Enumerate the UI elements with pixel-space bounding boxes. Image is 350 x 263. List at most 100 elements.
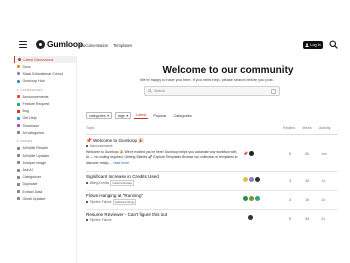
nav-documentation[interactable]: Documentation bbox=[80, 43, 108, 48]
topic-tag[interactable]: credit-increase bbox=[110, 180, 134, 186]
avatar[interactable] bbox=[249, 177, 254, 182]
tag-icon bbox=[17, 146, 20, 150]
sidebar-item-label: Extract Data bbox=[22, 189, 43, 194]
top-header: Gumloop Documentation Templates Log In bbox=[0, 0, 350, 50]
sidebar-item-label: Bug bbox=[22, 109, 29, 114]
hamburger-icon[interactable] bbox=[19, 41, 27, 48]
sidebar-item-node[interactable]: Ask AI bbox=[14, 166, 76, 173]
topic-category[interactable]: Announcements bbox=[86, 144, 113, 148]
sidebar-item-label: AI/Vaille Updater bbox=[22, 153, 50, 158]
chevron-down-icon: ▾ bbox=[17, 87, 19, 92]
sidebar-item-label: Announcements bbox=[22, 94, 49, 99]
activity-time[interactable]: Jan bbox=[321, 152, 327, 156]
avatar[interactable] bbox=[248, 151, 254, 156]
topic-category-label: Pipeline Failure bbox=[89, 218, 112, 222]
topic-filters: categories ▾ tags ▾ Latest Popular Categ… bbox=[86, 112, 194, 119]
sidebar-item-label: Feature Request bbox=[22, 102, 50, 107]
categories-dropdown[interactable]: categories ▾ bbox=[86, 112, 112, 119]
tab-popular[interactable]: Popular bbox=[151, 113, 168, 119]
avatar[interactable] bbox=[255, 177, 260, 182]
sidebar-item-label: Showcase bbox=[22, 123, 40, 128]
category-color-icon bbox=[17, 102, 20, 106]
discussions-icon bbox=[18, 58, 21, 62]
tag-icon bbox=[17, 168, 20, 172]
search-placeholder: Search bbox=[154, 89, 166, 93]
sidebar-item-latest-discussions[interactable]: Latest Discussions bbox=[14, 56, 76, 64]
column-activity[interactable]: Activity bbox=[319, 126, 330, 130]
topic-title[interactable]: Flows Hanging at "Running" bbox=[86, 193, 143, 198]
sidebar-item-get-help[interactable]: Get Help bbox=[14, 115, 76, 122]
sidebar-item-node[interactable]: Gmail Updater bbox=[14, 195, 76, 202]
page-subtitle: We're happy to have you here. If you nee… bbox=[140, 78, 274, 82]
table-row[interactable]: Flows Hanging at "Running" Pipeline Fail… bbox=[86, 193, 338, 210]
tags-dropdown[interactable]: tags ▾ bbox=[114, 112, 132, 119]
topic-title[interactable]: Resume Reviewer - Can't figure this out bbox=[86, 212, 167, 217]
column-topic[interactable]: Topic bbox=[86, 126, 94, 130]
activity-time[interactable]: 2d bbox=[321, 217, 325, 221]
table-row[interactable]: Resume Reviewer - Can't figure this out … bbox=[86, 212, 338, 228]
sidebar-item-node[interactable]: Analyze image bbox=[14, 159, 76, 166]
sidebar-item-label: Analyze image bbox=[22, 160, 47, 165]
row-divider bbox=[86, 171, 338, 172]
avatar[interactable] bbox=[243, 177, 248, 182]
participant-avatars bbox=[243, 196, 260, 201]
sidebar-item-node[interactable]: Duplicate bbox=[14, 181, 76, 188]
sidebar-item-all-categories[interactable]: All categories bbox=[14, 129, 76, 136]
categories-section-header[interactable]: ▾ CATEGORIES bbox=[14, 86, 76, 94]
sidebar-item-node[interactable]: Categorizer bbox=[14, 174, 76, 181]
sidebar-item-feature-request[interactable]: Feature Request bbox=[14, 100, 76, 107]
sidebar-item-label: Gumloop Hub bbox=[22, 79, 45, 84]
avatar[interactable] bbox=[255, 196, 260, 201]
search-input[interactable]: Search bbox=[144, 86, 280, 96]
search-icon bbox=[148, 89, 152, 93]
avatar[interactable] bbox=[249, 196, 254, 201]
pin-icon: 📌 bbox=[243, 151, 248, 156]
topic-tag[interactable]: Software Bugs bbox=[112, 199, 137, 205]
sidebar-item-label: All categories bbox=[22, 130, 45, 135]
sidebar-item-node[interactable]: AI/Vaille Reader bbox=[14, 145, 76, 152]
sidebar-item-showcase[interactable]: Showcase bbox=[14, 122, 76, 129]
topic-category[interactable]: Billing/Credits credit-increase bbox=[86, 180, 134, 186]
brand-name: Gumloop bbox=[47, 39, 83, 49]
sidebar-item-node[interactable]: AI/Vaille Updater bbox=[14, 152, 76, 159]
read-more-link[interactable]: read more bbox=[114, 161, 129, 165]
gumloop-logo[interactable]: Gumloop bbox=[36, 39, 83, 49]
reply-count: 5 bbox=[289, 152, 292, 156]
nodes-section-header[interactable]: ▾ NODES bbox=[14, 137, 76, 145]
pin-icon: 📌 bbox=[86, 138, 92, 143]
sidebar-item-label: AI/Vaille Reader bbox=[22, 146, 49, 151]
column-views[interactable]: Views bbox=[302, 126, 312, 130]
sidebar-item-bug[interactable]: Bug bbox=[14, 108, 76, 115]
participant-avatars: 📌 bbox=[243, 151, 254, 156]
login-button[interactable]: Log In bbox=[303, 41, 323, 49]
activity-time[interactable]: 1d bbox=[321, 179, 325, 183]
table-row[interactable]: 📌 Welcome to Gumloop 🎉 Announcements Wel… bbox=[86, 138, 338, 172]
reply-count: 3 bbox=[289, 179, 292, 183]
row-divider bbox=[86, 190, 338, 191]
sidebar-item-gumloop-hub[interactable]: Gumloop Hub bbox=[14, 78, 76, 85]
nav-templates[interactable]: Templates bbox=[113, 43, 132, 48]
sidebar-item-announcements[interactable]: Announcements bbox=[14, 93, 76, 100]
topic-category[interactable]: Pipeline Failure bbox=[86, 218, 112, 222]
hub-icon bbox=[17, 79, 20, 83]
tab-categories[interactable]: Categories bbox=[171, 113, 193, 119]
options-icon[interactable] bbox=[271, 88, 276, 94]
view-count: 10 bbox=[305, 179, 310, 183]
search-icon[interactable] bbox=[329, 40, 338, 49]
topic-category-label: Announcements bbox=[89, 144, 113, 148]
sidebar-item-node[interactable]: Extract Data bbox=[14, 188, 76, 195]
view-count: 34 bbox=[305, 217, 310, 221]
topic-category[interactable]: Pipeline Failure Software Bugs bbox=[86, 199, 137, 205]
tab-latest[interactable]: Latest bbox=[134, 112, 149, 119]
table-row[interactable]: Significant Increase in Credits Used Bil… bbox=[86, 174, 338, 191]
topic-title[interactable]: Significant Increase in Credits Used bbox=[86, 174, 159, 179]
avatar[interactable] bbox=[248, 215, 253, 220]
activity-time[interactable]: 1d bbox=[321, 198, 325, 202]
participant-avatars bbox=[243, 177, 260, 182]
topic-title-text: Welcome to Gumloop 🎉 bbox=[93, 138, 145, 143]
avatar[interactable] bbox=[243, 196, 248, 201]
chevron-down-icon: ▾ bbox=[17, 139, 19, 144]
column-replies[interactable]: Replies bbox=[283, 126, 295, 130]
sidebar-item-label: Gmail Updater bbox=[22, 196, 46, 201]
tag-icon bbox=[17, 161, 20, 165]
